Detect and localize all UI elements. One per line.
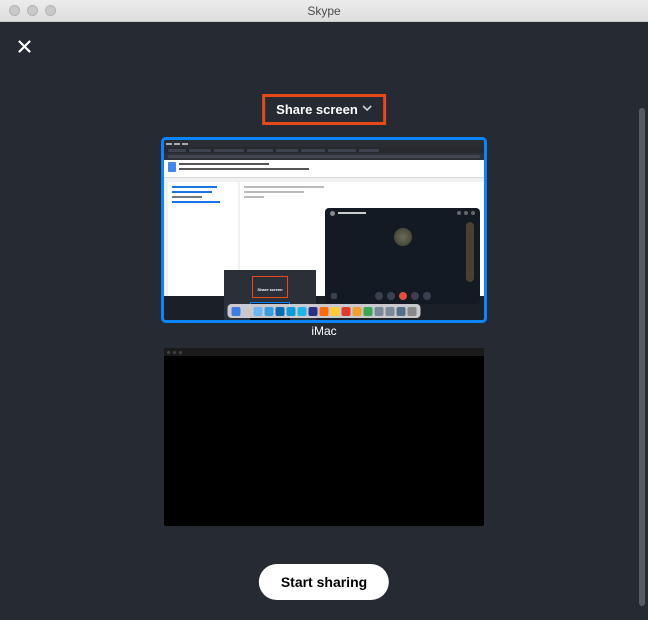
menubar	[164, 140, 484, 147]
screen-option-2[interactable]	[164, 348, 484, 526]
chat-icon	[464, 211, 468, 215]
skype-call-window	[325, 208, 480, 304]
browser-urlbar	[164, 153, 484, 160]
avatar	[330, 211, 335, 216]
screen-thumbnail: Share screen	[164, 140, 484, 320]
docs-body: Share screen	[164, 178, 484, 296]
screen-options: Share screen iMac	[164, 140, 484, 536]
share-screen-panel: Share screen	[0, 22, 648, 620]
docs-toolbar	[164, 160, 484, 178]
share-source-dropdown[interactable]: Share screen	[262, 94, 386, 125]
window-title: Skype	[0, 4, 648, 18]
macos-dock	[228, 304, 421, 318]
dock-app-icon	[397, 307, 406, 316]
share-icon	[375, 292, 383, 300]
dock-app-icon	[254, 307, 263, 316]
more-icon	[423, 292, 431, 300]
dock-app-icon	[331, 307, 340, 316]
dock-app-icon	[309, 307, 318, 316]
screen-option-imac[interactable]: Share screen iMac	[164, 140, 484, 338]
dock-app-icon	[287, 307, 296, 316]
dock-app-icon	[298, 307, 307, 316]
chevron-down-icon	[362, 104, 372, 115]
grid-icon	[457, 211, 461, 215]
dock-app-icon	[276, 307, 285, 316]
dock-app-icon	[265, 307, 274, 316]
video-icon	[411, 292, 419, 300]
start-sharing-button[interactable]: Start sharing	[259, 564, 389, 600]
screen-thumbnail	[164, 348, 484, 526]
macos-titlebar: Skype	[0, 0, 648, 22]
mic-icon	[387, 292, 395, 300]
dock-app-icon	[243, 307, 252, 316]
dock-app-icon	[320, 307, 329, 316]
dock-app-icon	[386, 307, 395, 316]
dropdown-label: Share screen	[276, 102, 358, 117]
close-icon	[17, 39, 32, 54]
scrollbar[interactable]	[639, 108, 645, 606]
hangup-icon	[399, 292, 407, 300]
dock-app-icon	[342, 307, 351, 316]
dock-app-icon	[353, 307, 362, 316]
avatar-icon	[471, 211, 475, 215]
dock-app-icon	[232, 307, 241, 316]
close-button[interactable]	[12, 34, 36, 58]
scrollbar-thumb[interactable]	[639, 108, 645, 606]
call-name	[338, 212, 366, 214]
expand-icon	[331, 293, 337, 299]
dock-app-icon	[375, 307, 384, 316]
dock-app-icon	[408, 307, 417, 316]
reactions-panel	[466, 222, 474, 282]
screen-option-label: iMac	[164, 324, 484, 338]
google-docs-icon	[168, 162, 176, 172]
participant-avatar	[394, 228, 412, 246]
dock-app-icon	[364, 307, 373, 316]
